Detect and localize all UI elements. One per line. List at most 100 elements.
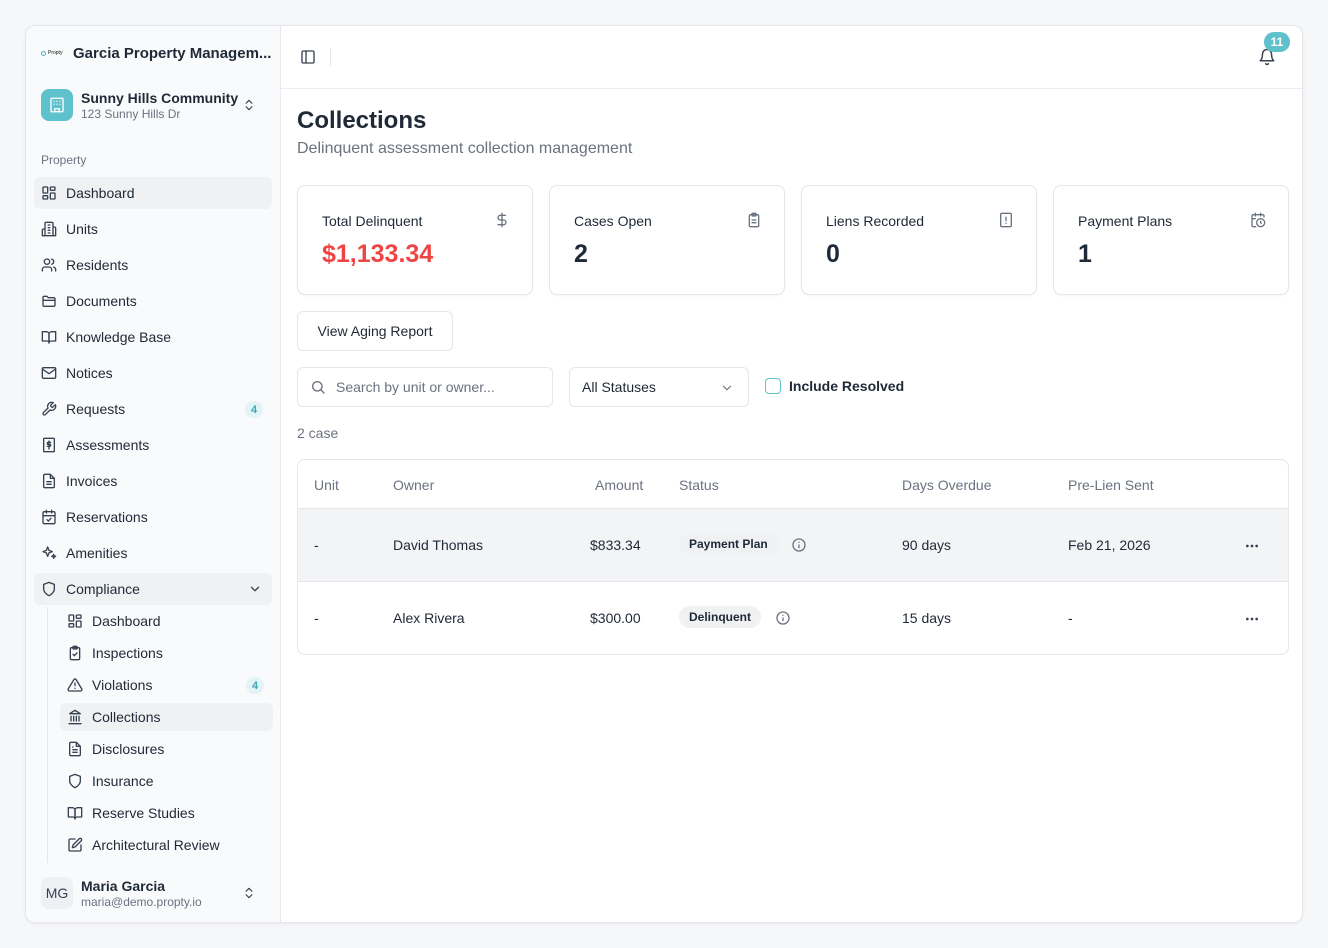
stat-value: 2 <box>574 240 588 268</box>
sidebar-nav: Dashboard Units Residents Documents Know… <box>34 177 272 609</box>
collections-table: Unit Owner Amount Status Days Overdue Pr… <box>297 459 1289 655</box>
calendar-check-icon <box>41 509 57 525</box>
table-row[interactable]: - David Thomas $833.34 Payment Plan 90 d… <box>298 509 1288 582</box>
subnav-item-label: Collections <box>92 709 161 725</box>
info-icon[interactable] <box>775 610 791 626</box>
community-name: Sunny Hills Community <box>81 89 239 106</box>
sidebar-item-knowledge-base[interactable]: Knowledge Base <box>34 321 272 353</box>
sidebar-item-label: Invoices <box>66 473 118 489</box>
sidebar-item-assessments[interactable]: Assessments <box>34 429 272 461</box>
topbar-divider <box>330 48 331 66</box>
subnav-item-disclosures[interactable]: Disclosures <box>60 735 273 763</box>
subnav-item-collections[interactable]: Collections <box>60 703 273 731</box>
page-title: Collections <box>297 107 427 134</box>
warning-icon <box>67 677 83 693</box>
building-icon <box>41 89 73 121</box>
sidebar-item-label: Dashboard <box>66 185 135 201</box>
cell-owner: David Thomas <box>393 537 484 553</box>
subnav-item-architectural-review[interactable]: Architectural Review <box>60 831 273 859</box>
stat-label: Liens Recorded <box>826 213 925 229</box>
info-icon[interactable] <box>791 537 807 553</box>
subnav-item-insurance[interactable]: Insurance <box>60 767 273 795</box>
clipboard-check-icon <box>67 645 83 661</box>
include-resolved-toggle[interactable]: Include Resolved <box>765 378 904 394</box>
column-header-pre-lien-sent: Pre-Lien Sent <box>1068 477 1154 493</box>
panel-left-icon <box>301 50 315 64</box>
notification-count-badge: 11 <box>1264 32 1290 52</box>
community-switcher[interactable]: Sunny Hills Community 123 Sunny Hills Dr <box>41 88 266 122</box>
more-horizontal-icon[interactable] <box>1244 538 1260 554</box>
user-menu[interactable]: MG Maria Garcia maria@demo.propty.io <box>41 876 266 910</box>
stat-card-total-delinquent: Total Delinquent $1,133.34 <box>297 185 533 295</box>
column-header-owner: Owner <box>393 477 435 493</box>
dashboard-icon <box>41 185 57 201</box>
mail-icon <box>41 365 57 381</box>
sidebar-item-compliance[interactable]: Compliance <box>34 573 272 605</box>
subnav-item-label: Reserve Studies <box>92 805 195 821</box>
topbar: 11 <box>281 26 1302 89</box>
chevron-up-down-icon <box>242 97 256 118</box>
column-header-status: Status <box>679 477 719 493</box>
cell-unit: - <box>314 537 319 553</box>
cell-pre-lien-sent: Feb 21, 2026 <box>1068 537 1151 553</box>
column-header-amount: Amount <box>595 477 644 493</box>
subnav-item-reserve-studies[interactable]: Reserve Studies <box>60 799 273 827</box>
user-email: maria@demo.propty.io <box>81 894 202 909</box>
sidebar: Propty Garcia Property Managem... Sunny … <box>26 26 281 922</box>
sidebar-item-amenities[interactable]: Amenities <box>34 537 272 569</box>
subnav-item-violations[interactable]: Violations 4 <box>60 671 273 699</box>
status-select[interactable]: All Statuses <box>569 367 749 407</box>
edit-icon <box>67 837 83 853</box>
calendar-clock-icon <box>1250 212 1266 228</box>
include-resolved-checkbox[interactable] <box>765 378 781 394</box>
bank-icon <box>67 709 83 725</box>
chevron-down-icon <box>248 582 262 599</box>
wrench-icon <box>41 401 57 417</box>
chevron-up-down-icon <box>242 885 256 906</box>
cell-amount: $300.00 <box>590 610 641 626</box>
user-name: Maria Garcia <box>81 877 166 894</box>
stat-label: Cases Open <box>574 213 652 229</box>
subnav-item-label: Inspections <box>92 645 163 661</box>
more-horizontal-icon[interactable] <box>1244 611 1260 627</box>
subnav-item-inspections[interactable]: Inspections <box>60 639 273 667</box>
shield-icon <box>67 773 83 789</box>
sidebar-item-documents[interactable]: Documents <box>34 285 272 317</box>
dashboard-icon <box>67 613 83 629</box>
sidebar-item-label: Residents <box>66 257 129 273</box>
sidebar-item-units[interactable]: Units <box>34 213 272 245</box>
section-label-property: Property <box>41 153 87 167</box>
avatar: MG <box>41 877 73 909</box>
sidebar-item-label: Requests <box>66 401 126 417</box>
page-subtitle: Delinquent assessment collection managem… <box>297 140 633 157</box>
subnav-item-dashboard[interactable]: Dashboard <box>60 607 273 635</box>
status-select-value: All Statuses <box>582 379 656 395</box>
file-alert-icon <box>998 212 1014 228</box>
sidebar-item-reservations[interactable]: Reservations <box>34 501 272 533</box>
table-header: Unit Owner Amount Status Days Overdue Pr… <box>298 460 1288 509</box>
sidebar-item-requests[interactable]: Requests 4 <box>34 393 272 425</box>
brand-name: Garcia Property Managem... <box>73 44 272 62</box>
folder-icon <box>41 293 57 309</box>
sidebar-item-notices[interactable]: Notices <box>34 357 272 389</box>
subnav-item-label: Dashboard <box>92 613 161 629</box>
cell-amount: $833.34 <box>590 537 641 553</box>
dollar-icon <box>494 212 510 228</box>
column-header-days-overdue: Days Overdue <box>902 477 992 493</box>
view-aging-report-button[interactable]: View Aging Report <box>297 311 453 351</box>
sidebar-toggle-button[interactable] <box>299 48 317 66</box>
brand[interactable]: Propty Garcia Property Managem... <box>41 44 271 62</box>
sparkles-icon <box>41 545 57 561</box>
search-box <box>297 367 553 407</box>
sidebar-item-residents[interactable]: Residents <box>34 249 272 281</box>
main-content: 11 Collections Delinquent assessment col… <box>281 26 1302 922</box>
search-input[interactable] <box>336 379 526 395</box>
stat-value: 1 <box>1078 240 1092 268</box>
file-text-icon <box>67 741 83 757</box>
sidebar-item-label: Knowledge Base <box>66 329 172 345</box>
sidebar-item-invoices[interactable]: Invoices <box>34 465 272 497</box>
sidebar-item-label: Units <box>66 221 98 237</box>
sidebar-item-dashboard[interactable]: Dashboard <box>34 177 272 209</box>
table-row[interactable]: - Alex Rivera $300.00 Delinquent 15 days… <box>298 582 1288 654</box>
book-icon <box>67 805 83 821</box>
